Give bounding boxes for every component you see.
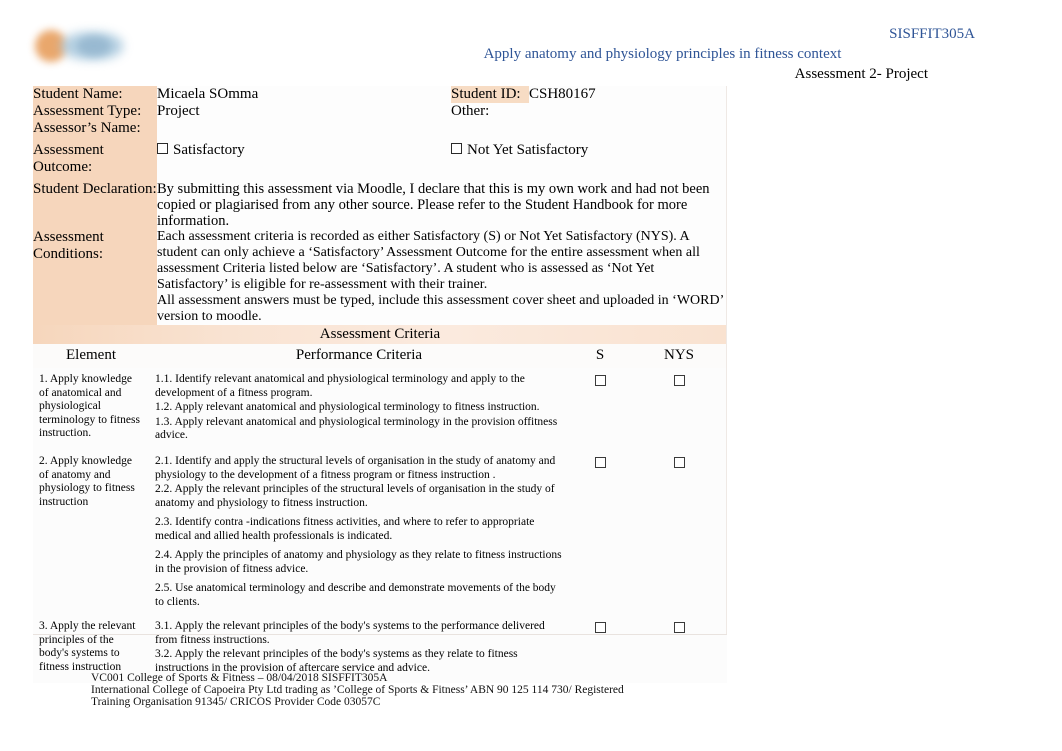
performance-criterion: 1.1. Identify relevant anatomical and ph… xyxy=(155,373,525,399)
unit-code: SISFFIT305A xyxy=(889,26,975,42)
criteria-element-cell: 2. Apply knowledge of anatomy and physio… xyxy=(33,450,149,615)
other-value[interactable] xyxy=(529,103,727,120)
assessment-type-label: Assessment Type: xyxy=(33,103,157,120)
criteria-element-cell: 1. Apply knowledge of anatomical and phy… xyxy=(33,368,149,450)
assessment-label: Assessment 2- Project xyxy=(794,66,928,82)
not-yet-satisfactory-criterion-checkbox[interactable] xyxy=(673,375,685,386)
assessment-conditions-paragraph-1: Each assessment criteria is recorded as … xyxy=(157,229,700,292)
criteria-performance-cell: 1.1. Identify relevant anatomical and ph… xyxy=(149,368,569,450)
criteria-header-row: Element Performance Criteria S NYS xyxy=(33,344,727,368)
criteria-body: 1. Apply knowledge of anatomical and phy… xyxy=(33,368,727,683)
satisfactory-criterion-checkbox[interactable] xyxy=(594,375,606,386)
table-bottom-edge xyxy=(33,634,727,635)
student-name-value[interactable]: Micaela SOmma xyxy=(157,86,451,103)
header-text-block: SISFFIT305A Apply anatomy and physiology… xyxy=(330,24,975,84)
not-yet-satisfactory-criterion-checkbox[interactable] xyxy=(673,457,685,468)
assessment-conditions-paragraph-2: All assessment answers must be typed, in… xyxy=(157,293,724,324)
assessor-name-value[interactable] xyxy=(157,120,451,137)
other-label: Other: xyxy=(451,103,529,120)
logo-blue-inner-icon xyxy=(77,36,111,56)
table-right-edge xyxy=(726,86,727,635)
student-name-label: Student Name: xyxy=(33,86,157,103)
column-header-performance-criteria: Performance Criteria xyxy=(149,344,569,368)
assessment-conditions-row: Assessment Conditions: Each assessment c… xyxy=(33,229,727,325)
student-declaration-text: By submitting this assessment via Moodle… xyxy=(157,181,727,229)
column-header-element: Element xyxy=(33,344,149,368)
criteria-s-cell[interactable] xyxy=(569,450,631,615)
performance-criterion: 2.2. Apply the relevant principles of th… xyxy=(155,483,555,509)
satisfactory-criterion-checkbox[interactable] xyxy=(594,457,606,468)
assessment-outcome-row: Assessment Outcome: Satisfactory Not Yet… xyxy=(33,137,727,181)
performance-criterion: 2.1. Identify and apply the structural l… xyxy=(155,455,556,481)
assessment-conditions-text: Each assessment criteria is recorded as … xyxy=(157,229,727,325)
performance-criterion: 2.4. Apply the principles of anatomy and… xyxy=(155,549,562,575)
assessment-conditions-label: Assessment Conditions: xyxy=(33,229,157,325)
outcome-not-yet-satisfactory-option[interactable]: Not Yet Satisfactory xyxy=(451,137,727,181)
assessment-type-row: Assessment Type: Project Other: xyxy=(33,103,727,120)
performance-criterion: 2.5. Use anatomical terminology and desc… xyxy=(155,582,556,608)
not-yet-satisfactory-criterion-checkbox[interactable] xyxy=(673,622,685,633)
table-row: 1. Apply knowledge of anatomical and phy… xyxy=(33,368,727,450)
student-declaration-label: Student Declaration: xyxy=(33,181,157,229)
assessment-cover-table: Student Name: Micaela SOmma Student ID: … xyxy=(33,86,727,344)
footer-line-1: VC001 College of Sports & Fitness – 08/0… xyxy=(91,672,388,684)
assessment-criteria-table: Element Performance Criteria S NYS 1. Ap… xyxy=(33,344,727,683)
satisfactory-checkbox[interactable] xyxy=(157,143,168,154)
criteria-banner-title: Assessment Criteria xyxy=(33,325,727,344)
column-header-s: S xyxy=(569,344,631,368)
student-id-value[interactable]: CSH80167 xyxy=(529,86,727,103)
footer-line-2: International College of Capoeira Pty Lt… xyxy=(91,684,624,697)
criteria-s-cell[interactable] xyxy=(569,368,631,450)
outcome-satisfactory-option[interactable]: Satisfactory xyxy=(157,137,451,181)
footer-line-3: Training Organisation 91345/ CRICOS Prov… xyxy=(91,696,381,709)
satisfactory-criterion-checkbox[interactable] xyxy=(594,622,606,633)
assessor-name-row: Assessor’s Name: xyxy=(33,120,727,137)
performance-criterion: 3.2. Apply the relevant principles of th… xyxy=(155,648,518,674)
criteria-banner-row: Assessment Criteria xyxy=(33,325,727,344)
assessor-spacer-a xyxy=(451,120,529,137)
page-header: SISFFIT305A Apply anatomy and physiology… xyxy=(0,0,1062,84)
column-header-nys: NYS xyxy=(631,344,727,368)
performance-criterion: 1.2. Apply relevant anatomical and physi… xyxy=(155,401,540,413)
performance-criterion: 1.3. Apply relevant anatomical and physi… xyxy=(155,415,558,442)
unit-title: Apply anatomy and physiology principles … xyxy=(483,46,842,62)
not-yet-satisfactory-checkbox[interactable] xyxy=(451,143,462,154)
assessor-name-label: Assessor’s Name: xyxy=(33,120,157,137)
criteria-nys-cell[interactable] xyxy=(631,368,727,450)
college-logo xyxy=(33,22,129,72)
criteria-nys-cell[interactable] xyxy=(631,450,727,615)
assessor-spacer-b xyxy=(529,120,727,137)
satisfactory-label: Satisfactory xyxy=(173,142,245,158)
not-yet-satisfactory-label: Not Yet Satisfactory xyxy=(467,142,589,158)
student-name-row: Student Name: Micaela SOmma Student ID: … xyxy=(33,86,727,103)
page-footer: VC001 College of Sports & Fitness – 08/0… xyxy=(91,672,691,709)
assessment-type-value[interactable]: Project xyxy=(157,103,451,120)
table-row: 2. Apply knowledge of anatomy and physio… xyxy=(33,450,727,615)
criteria-performance-cell: 2.1. Identify and apply the structural l… xyxy=(149,450,569,615)
performance-criterion: 2.3. Identify contra -indications fitnes… xyxy=(155,516,535,542)
assessment-outcome-label: Assessment Outcome: xyxy=(33,137,157,181)
student-id-label: Student ID: xyxy=(451,86,529,103)
student-declaration-row: Student Declaration: By submitting this … xyxy=(33,181,727,229)
